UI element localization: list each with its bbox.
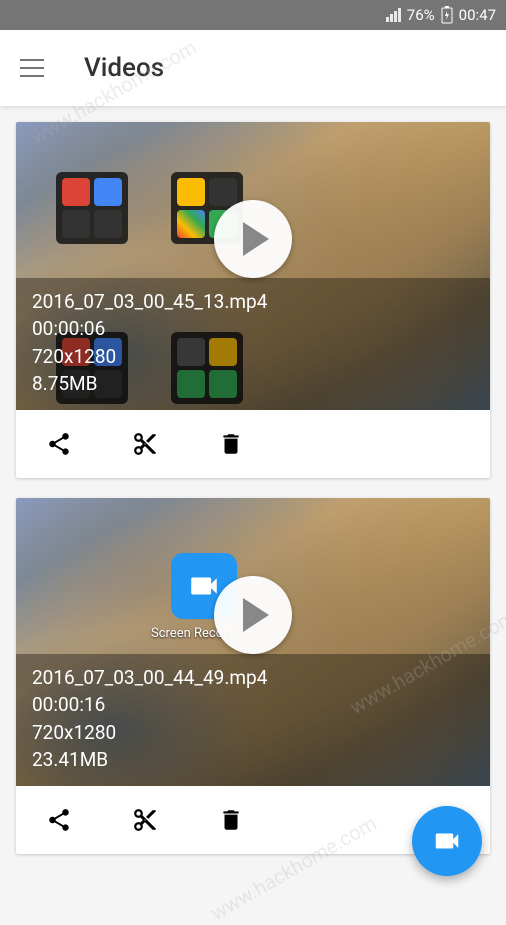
play-button[interactable] — [214, 576, 292, 654]
video-info-overlay: 2016_07_03_00_44_49.mp4 00:00:16 720x128… — [16, 654, 490, 786]
app-folder-icon — [56, 172, 128, 244]
play-button[interactable] — [214, 200, 292, 278]
status-bar: 76% 00:47 — [0, 0, 506, 30]
video-filesize: 8.75MB — [32, 370, 474, 398]
delete-icon[interactable] — [218, 431, 244, 457]
share-icon[interactable] — [46, 431, 72, 457]
play-icon — [243, 222, 269, 256]
video-filesize: 23.41MB — [32, 746, 474, 774]
video-actions — [16, 410, 490, 478]
video-duration: 00:00:06 — [32, 315, 474, 343]
video-filename: 2016_07_03_00_45_13.mp4 — [32, 288, 474, 316]
video-camera-icon — [432, 826, 462, 856]
video-resolution: 720x1280 — [32, 719, 474, 747]
video-card: Screen Recor 2016_07_03_00_44_49.mp4 00:… — [16, 498, 490, 854]
page-title: Videos — [84, 53, 164, 83]
delete-icon[interactable] — [218, 807, 244, 833]
video-list: 2016_07_03_00_45_13.mp4 00:00:06 720x128… — [0, 106, 506, 870]
video-thumbnail[interactable]: Screen Recor 2016_07_03_00_44_49.mp4 00:… — [16, 498, 490, 786]
video-thumbnail[interactable]: 2016_07_03_00_45_13.mp4 00:00:06 720x128… — [16, 122, 490, 410]
battery-icon — [441, 6, 453, 24]
play-icon — [243, 598, 269, 632]
clock: 00:47 — [459, 6, 496, 24]
video-info-overlay: 2016_07_03_00_45_13.mp4 00:00:06 720x128… — [16, 278, 490, 410]
cut-icon[interactable] — [132, 807, 158, 833]
video-resolution: 720x1280 — [32, 343, 474, 371]
video-duration: 00:00:16 — [32, 691, 474, 719]
app-bar: Videos — [0, 30, 506, 106]
cut-icon[interactable] — [132, 431, 158, 457]
battery-percent: 76% — [407, 6, 435, 24]
menu-icon[interactable] — [20, 59, 44, 77]
video-card: 2016_07_03_00_45_13.mp4 00:00:06 720x128… — [16, 122, 490, 478]
signal-icon — [386, 8, 401, 22]
share-icon[interactable] — [46, 807, 72, 833]
record-fab[interactable] — [412, 806, 482, 876]
video-filename: 2016_07_03_00_44_49.mp4 — [32, 664, 474, 692]
